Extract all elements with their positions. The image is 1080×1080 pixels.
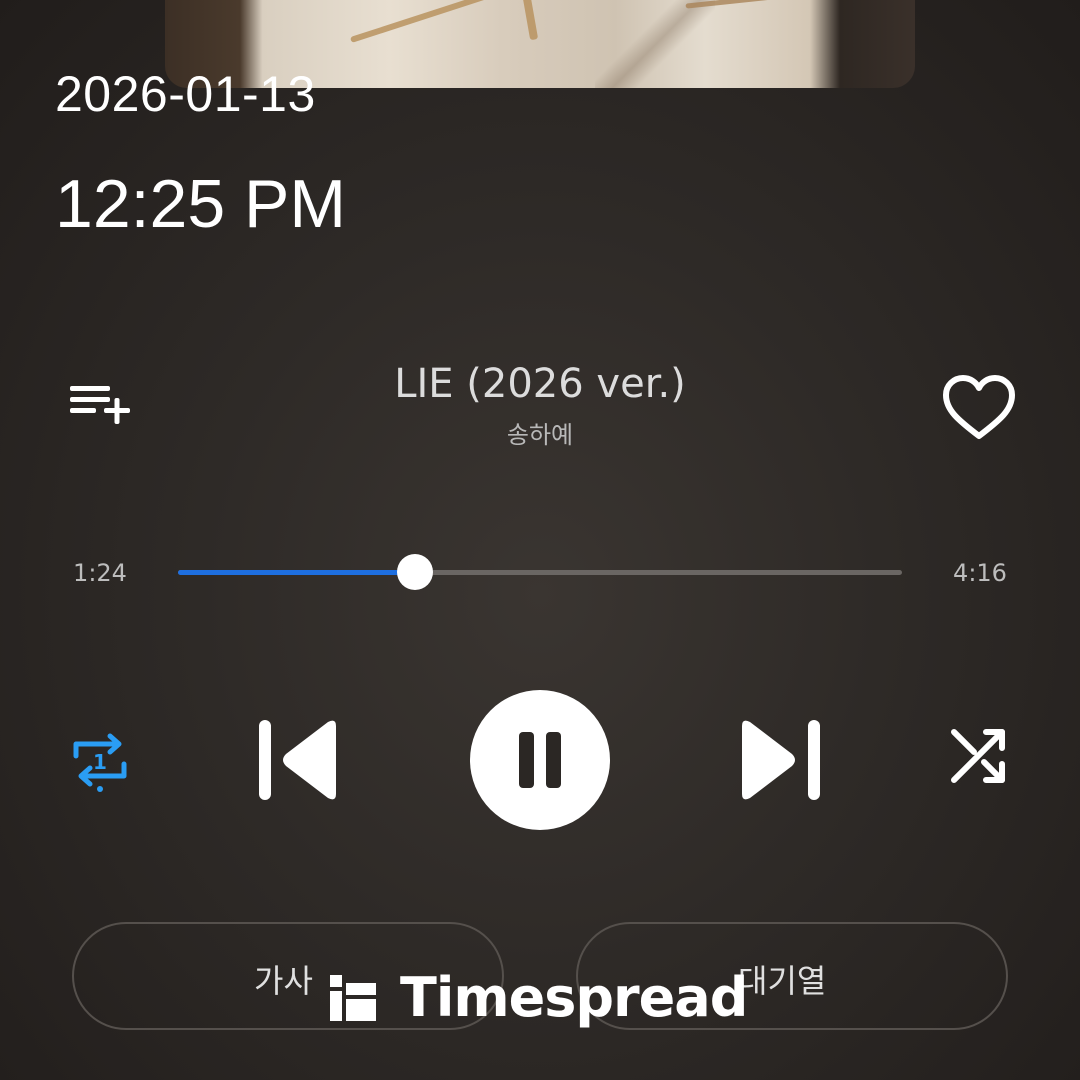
album-art-detail: [685, 0, 915, 9]
track-artist[interactable]: 송하예: [340, 418, 740, 452]
elapsed-time: 1:24: [73, 559, 127, 587]
now-playing-screen: 2026-01-13 12:25 PM LIE (2026 ver.) 송하예 …: [0, 0, 1080, 1080]
skip-previous-icon: [259, 720, 336, 800]
lyrics-button-label: 가사: [254, 962, 313, 1000]
like-button[interactable]: [938, 372, 1020, 444]
watermark: Timespread: [328, 966, 748, 1030]
album-art-detail: [519, 0, 539, 41]
next-button[interactable]: [730, 712, 830, 808]
lockscreen-time: 12:25 PM: [55, 166, 347, 242]
repeat-one-badge: 1: [93, 750, 107, 774]
seek-bar-thumb[interactable]: [397, 554, 433, 590]
lockscreen-date: 2026-01-13: [55, 66, 316, 122]
shuffle-button[interactable]: [940, 718, 1020, 798]
watermark-logo-icon: [330, 975, 376, 1021]
track-title: LIE (2026 ver.): [394, 361, 686, 407]
album-art-shading: [595, 0, 715, 88]
seek-bar[interactable]: [178, 554, 902, 590]
playlist-add-button[interactable]: [66, 378, 136, 434]
shuffle-icon: [951, 729, 1005, 783]
total-duration: 4:16: [953, 559, 1007, 587]
pause-button[interactable]: [470, 690, 610, 830]
repeat-one-icon: 1: [73, 733, 127, 792]
skip-next-icon: [742, 720, 820, 800]
queue-button-label: 대기열: [738, 962, 827, 1000]
repeat-button[interactable]: 1: [62, 722, 138, 798]
seek-bar-fill: [178, 570, 415, 575]
pause-icon: [519, 732, 561, 788]
album-art-detail: [349, 0, 581, 43]
playlist-add-icon: [70, 386, 130, 424]
previous-button[interactable]: [250, 712, 350, 808]
watermark-text: Timespread: [400, 966, 748, 1029]
heart-outline-icon: [943, 375, 1015, 439]
